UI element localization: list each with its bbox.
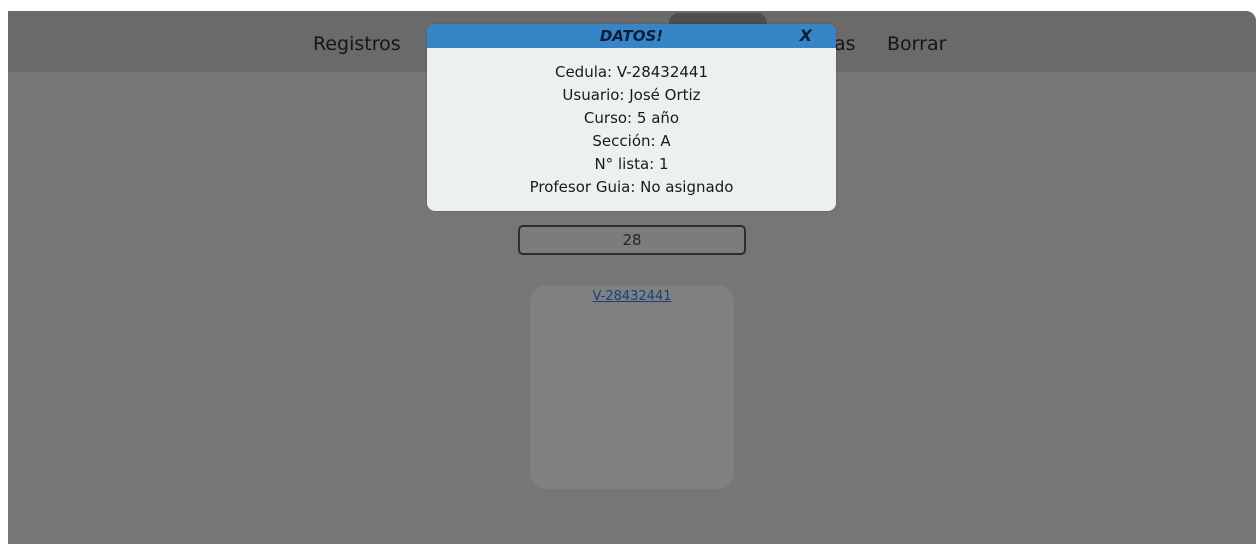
data-modal: DATOS! X Cedula: V-28432441 Usuario: Jos… — [427, 24, 836, 211]
nav-link-borrar[interactable]: Borrar — [887, 31, 946, 57]
modal-lista: N° lista: 1 — [594, 155, 669, 173]
modal-seccion: Sección: A — [592, 132, 671, 150]
nav-link-partial[interactable]: as — [834, 31, 856, 57]
modal-close-button[interactable]: X — [800, 24, 812, 48]
modal-profesor: Profesor Guia: No asignado — [529, 178, 734, 196]
result-card: V-28432441 — [530, 285, 734, 489]
modal-body: Cedula: V-28432441 Usuario: José Ortiz C… — [427, 48, 836, 199]
result-card-link[interactable]: V-28432441 — [593, 289, 672, 304]
modal-usuario: Usuario: José Ortiz — [562, 86, 701, 104]
search-input[interactable]: 28 — [518, 225, 746, 255]
modal-title: DATOS! — [599, 27, 664, 45]
modal-header: DATOS! X — [427, 24, 836, 48]
modal-cedula: Cedula: V-28432441 — [554, 63, 709, 81]
nav-link-registros[interactable]: Registros — [313, 31, 401, 57]
modal-curso: Curso: 5 año — [583, 109, 680, 127]
